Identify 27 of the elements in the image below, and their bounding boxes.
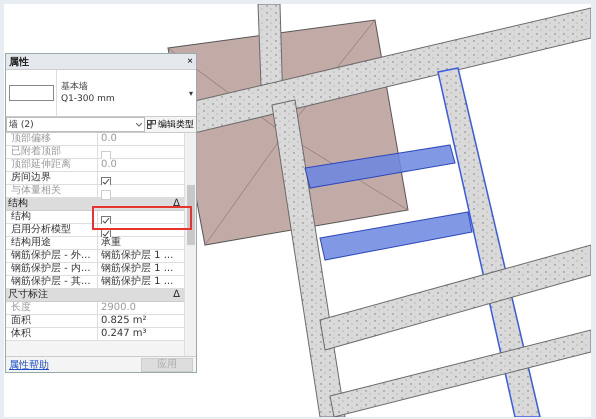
property-value[interactable]: 钢筋保护层 1 ... (98, 250, 184, 262)
property-label: 结构用途 (6, 237, 98, 249)
close-button[interactable]: × (187, 56, 193, 66)
property-value[interactable]: 钢筋保护层 1 ... (98, 263, 184, 275)
section-header[interactable]: 尺寸标注 ᐃ (6, 289, 184, 302)
property-value[interactable]: 钢筋保护层 1 ... (98, 276, 184, 288)
property-value[interactable]: 0.247 m³ (98, 328, 184, 340)
edit-type-icon (147, 120, 156, 129)
scrollbar[interactable] (184, 133, 196, 356)
edit-type-button[interactable]: 编辑类型 (145, 118, 196, 131)
property-value[interactable]: 承重 (98, 237, 184, 249)
property-label: 体积 (6, 328, 98, 340)
help-link[interactable]: 属性帮助 (9, 358, 49, 372)
type-name: Q1-300 mm (61, 93, 116, 105)
type-selector[interactable]: 基本墙 Q1-300 mm ▾ (6, 70, 196, 117)
section-header[interactable]: 结构 ᐃ (6, 198, 184, 211)
instance-dropdown[interactable]: 墙 (2) (6, 117, 145, 132)
collapse-icon: ᐃ (173, 198, 180, 210)
chevron-icon (136, 122, 142, 126)
panel-title: 属性 (9, 56, 29, 68)
section-title: 尺寸标注 (8, 289, 48, 301)
property-label: 面积 (6, 315, 98, 327)
property-value[interactable]: 0.825 m² (98, 315, 184, 327)
type-family: 基本墙 (61, 81, 89, 93)
caret-icon: ▾ (188, 88, 196, 98)
wall-preview-icon (8, 85, 54, 101)
collapse-icon: ᐃ (173, 289, 180, 301)
